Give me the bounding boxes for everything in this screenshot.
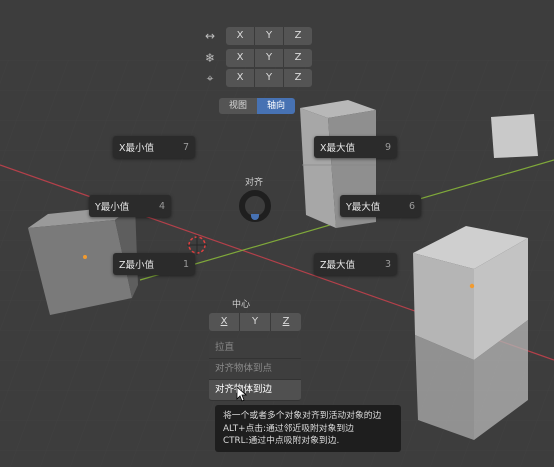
move-x-button[interactable]: X	[226, 27, 255, 45]
freeze-x-button[interactable]: X	[226, 49, 255, 67]
x-max-button[interactable]: X最大值 9	[314, 136, 397, 158]
axis-row-target: ⌖ X Y Z	[200, 69, 312, 87]
tab-axis[interactable]: 轴向	[257, 98, 295, 114]
z-max-label: Z最大值	[320, 260, 356, 271]
z-min-button[interactable]: Z最小值 1	[113, 253, 195, 275]
x-min-hotkey: 7	[182, 141, 189, 153]
x-min-label: X最小值	[119, 143, 155, 154]
small-cube[interactable]	[491, 114, 538, 158]
y-min-label: Y最小值	[95, 202, 130, 213]
left-cube-origin	[83, 255, 87, 259]
y-min-button[interactable]: Y最小值 4	[89, 195, 171, 217]
x-max-hotkey: 9	[384, 141, 391, 153]
z-max-hotkey: 3	[384, 258, 391, 270]
z-min-hotkey: 1	[182, 258, 189, 270]
center-x-button[interactable]: X	[209, 313, 240, 331]
mode-tabs: 视图 轴向	[219, 98, 295, 114]
menu-item-align-to-point[interactable]: 对齐物体到点	[209, 359, 301, 380]
mouse-pointer-icon	[236, 386, 248, 402]
tooltip-line-1: 将一个或者多个对象对齐到活动对象的边	[223, 411, 382, 421]
target-icon: ⌖	[206, 71, 214, 85]
right-cube[interactable]	[413, 226, 528, 440]
move-arrows-icon: ↔	[204, 29, 216, 43]
target-y-button[interactable]: Y	[255, 69, 284, 87]
pie-title: 对齐	[244, 178, 263, 188]
axis-row-freeze: ❄ X Y Z	[200, 49, 312, 67]
target-x-button[interactable]: X	[226, 69, 255, 87]
freeze-z-button[interactable]: Z	[284, 49, 312, 67]
center-axis-buttons: X Y Z	[209, 313, 301, 331]
center-y-label: Y	[251, 316, 259, 327]
y-max-hotkey: 6	[408, 200, 415, 212]
y-max-button[interactable]: Y最大值 6	[340, 195, 421, 217]
move-y-button[interactable]: Y	[255, 27, 284, 45]
tooltip-line-2: ALT+点击:通过邻近吸附对象到边	[223, 423, 354, 434]
z-min-label: Z最小值	[119, 260, 155, 271]
pie-center-ring	[239, 190, 271, 222]
right-cube-origin	[469, 283, 475, 289]
axis-row-move: ↔ X Y Z	[200, 27, 312, 45]
freeze-y-button[interactable]: Y	[255, 49, 284, 67]
tooltip: 将一个或者多个对象对齐到活动对象的边 ALT+点击:通过邻近吸附对象到边 CTR…	[215, 405, 401, 452]
align-menu: 拉直 对齐物体到点 对齐物体到边	[209, 338, 301, 401]
y-max-label: Y最大值	[346, 202, 381, 213]
menu-item-straighten[interactable]: 拉直	[209, 338, 301, 359]
menu-item-align-to-edge[interactable]: 对齐物体到边	[209, 380, 301, 401]
pie-direction-indicator	[251, 214, 259, 220]
center-x-label: X	[220, 316, 228, 327]
x-min-button[interactable]: X最小值 7	[113, 136, 195, 158]
target-z-button[interactable]: Z	[284, 69, 312, 87]
center-y-button[interactable]: Y	[240, 313, 271, 331]
tooltip-line-3: CTRL:通过中点吸附对象到边.	[223, 436, 340, 446]
center-z-button[interactable]: Z	[271, 313, 301, 331]
y-min-hotkey: 4	[158, 200, 165, 212]
center-label: 中心	[231, 300, 250, 310]
z-max-button[interactable]: Z最大值 3	[314, 253, 397, 275]
x-max-label: X最大值	[320, 143, 356, 154]
move-z-button[interactable]: Z	[284, 27, 312, 45]
center-z-label: Z	[282, 316, 290, 327]
snowflake-icon: ❄	[204, 51, 216, 65]
tab-view[interactable]: 视图	[219, 98, 257, 114]
